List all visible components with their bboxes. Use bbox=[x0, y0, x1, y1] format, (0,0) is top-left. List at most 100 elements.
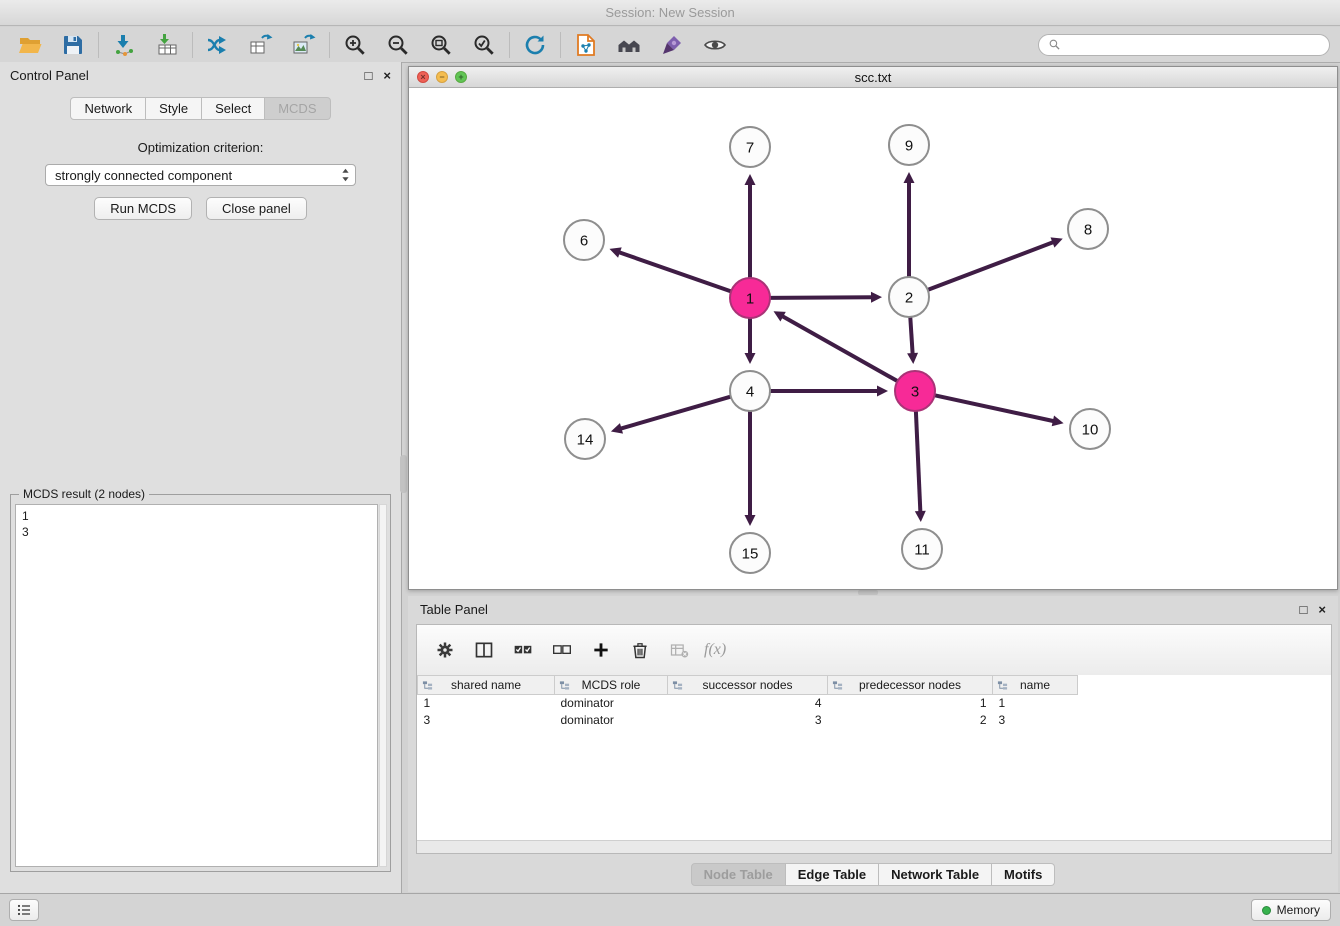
close-panel-icon[interactable]: × bbox=[1318, 603, 1326, 616]
graph-edge-arrowhead bbox=[745, 174, 756, 185]
cell-mcds-role[interactable]: dominator bbox=[555, 712, 668, 729]
cell-name[interactable]: 3 bbox=[993, 712, 1078, 729]
show-columns-icon[interactable] bbox=[470, 637, 497, 663]
mcds-result-list[interactable]: 1 3 bbox=[15, 504, 378, 867]
attribute-icon bbox=[832, 680, 843, 694]
deselect-all-icon[interactable] bbox=[548, 637, 575, 663]
refresh-view-icon[interactable] bbox=[520, 31, 550, 59]
tab-motifs[interactable]: Motifs bbox=[992, 863, 1055, 886]
graph-edge-arrowhead bbox=[871, 292, 882, 303]
optimization-select-value: strongly connected component bbox=[55, 168, 232, 183]
app-titlebar[interactable]: Session: New Session bbox=[0, 0, 1340, 26]
app-title: Session: New Session bbox=[605, 5, 734, 20]
graph-edge-arrowhead bbox=[907, 353, 918, 364]
mcds-result-line: 1 bbox=[22, 508, 371, 524]
column-header-shared-name[interactable]: shared name bbox=[418, 676, 555, 695]
graph-node-label: 7 bbox=[746, 140, 754, 157]
zoom-selected-icon[interactable] bbox=[469, 31, 499, 59]
zoom-in-icon[interactable] bbox=[340, 31, 370, 59]
optimization-select[interactable]: strongly connected component bbox=[45, 164, 356, 186]
tab-node-table[interactable]: Node Table bbox=[691, 863, 786, 886]
network-arrows-icon[interactable] bbox=[203, 31, 233, 59]
graph-edge-arrowhead bbox=[915, 511, 926, 522]
result-scrollbar[interactable] bbox=[379, 504, 387, 867]
table-settings-gear-icon[interactable] bbox=[431, 637, 458, 663]
graph-node-label: 3 bbox=[911, 384, 919, 401]
cell-shared-name[interactable]: 1 bbox=[418, 695, 555, 712]
close-panel-button[interactable]: Close panel bbox=[206, 197, 307, 220]
export-image-icon[interactable] bbox=[289, 31, 319, 59]
column-header-predecessor-nodes[interactable]: predecessor nodes bbox=[828, 676, 993, 695]
node-table: shared name MCDS role successor nodes bbox=[417, 675, 1078, 729]
graph-edge-1-6[interactable] bbox=[618, 252, 732, 292]
import-table-icon[interactable] bbox=[152, 31, 182, 59]
graph-node-label: 2 bbox=[905, 290, 913, 307]
graph-edge-3-1[interactable] bbox=[781, 316, 898, 382]
column-header-successor-nodes[interactable]: successor nodes bbox=[668, 676, 828, 695]
memory-status-dot bbox=[1262, 906, 1271, 915]
cell-successor-nodes[interactable]: 3 bbox=[668, 712, 828, 729]
cell-mcds-role[interactable]: dominator bbox=[555, 695, 668, 712]
float-panel-icon[interactable]: □ bbox=[1300, 603, 1308, 616]
graph-node-label: 11 bbox=[914, 542, 930, 559]
cell-predecessor-nodes[interactable]: 1 bbox=[828, 695, 993, 712]
style-paint-icon[interactable] bbox=[657, 31, 687, 59]
cell-successor-nodes[interactable]: 4 bbox=[668, 695, 828, 712]
horizontal-splitter-grip[interactable] bbox=[858, 590, 878, 595]
cell-name[interactable]: 1 bbox=[993, 695, 1078, 712]
export-table-icon[interactable] bbox=[246, 31, 276, 59]
table-panel-content: f(x) shared name MCDS role bbox=[416, 624, 1332, 854]
attribute-icon bbox=[672, 680, 683, 694]
tab-network[interactable]: Network bbox=[70, 97, 146, 120]
graph-node-label: 10 bbox=[1082, 422, 1099, 439]
close-panel-icon[interactable]: × bbox=[383, 69, 391, 82]
show-hide-eye-icon[interactable] bbox=[700, 31, 730, 59]
run-mcds-button[interactable]: Run MCDS bbox=[94, 197, 192, 220]
application-window: Session: New Session bbox=[0, 0, 1340, 926]
graph-edge-4-14[interactable] bbox=[620, 396, 732, 429]
column-header-name[interactable]: name bbox=[993, 676, 1078, 695]
cell-shared-name[interactable]: 3 bbox=[418, 712, 555, 729]
save-session-icon[interactable] bbox=[58, 31, 88, 59]
delete-column-trash-icon[interactable] bbox=[626, 637, 653, 663]
search-box[interactable] bbox=[1038, 34, 1330, 56]
graph-edge-2-3[interactable] bbox=[910, 316, 912, 355]
select-all-icon[interactable] bbox=[509, 637, 536, 663]
graph-edge-2-8[interactable] bbox=[927, 242, 1055, 290]
tab-style[interactable]: Style bbox=[146, 97, 202, 120]
table-horizontal-scrollbar[interactable] bbox=[417, 840, 1331, 853]
vertical-splitter-grip[interactable] bbox=[400, 455, 407, 493]
search-input[interactable] bbox=[1066, 37, 1320, 52]
open-document-icon[interactable] bbox=[571, 31, 601, 59]
graph-edge-arrowhead bbox=[1052, 416, 1064, 427]
graph-edge-1-2[interactable] bbox=[769, 297, 873, 298]
tab-edge-table[interactable]: Edge Table bbox=[786, 863, 879, 886]
graph-edge-arrowhead bbox=[904, 172, 915, 183]
float-panel-icon[interactable]: □ bbox=[365, 69, 373, 82]
zoom-out-icon[interactable] bbox=[383, 31, 413, 59]
add-column-icon[interactable] bbox=[587, 637, 614, 663]
first-neighbors-icon[interactable] bbox=[614, 31, 644, 59]
column-header-mcds-role[interactable]: MCDS role bbox=[555, 676, 668, 695]
graph-edge-arrowhead bbox=[609, 247, 621, 257]
table-row: 3 dominator 3 2 3 bbox=[418, 712, 1078, 729]
window-minimize-icon[interactable]: − bbox=[436, 71, 448, 83]
window-zoom-icon[interactable]: + bbox=[455, 71, 467, 83]
graph-edge-3-11[interactable] bbox=[916, 410, 921, 513]
open-file-icon[interactable] bbox=[15, 31, 45, 59]
window-close-icon[interactable]: × bbox=[417, 71, 429, 83]
network-window-titlebar[interactable]: × − + scc.txt bbox=[409, 67, 1337, 88]
tab-select[interactable]: Select bbox=[202, 97, 265, 120]
tab-mcds[interactable]: MCDS bbox=[265, 97, 330, 120]
zoom-fit-icon[interactable] bbox=[426, 31, 456, 59]
tab-network-table[interactable]: Network Table bbox=[879, 863, 992, 886]
memory-button[interactable]: Memory bbox=[1251, 899, 1331, 921]
task-history-button[interactable] bbox=[9, 899, 39, 921]
network-canvas[interactable]: 1234678910111415 bbox=[409, 89, 1337, 589]
optimization-criterion-label: Optimization criterion: bbox=[0, 140, 401, 155]
toolbar-separator bbox=[329, 32, 330, 58]
list-icon bbox=[16, 902, 32, 918]
cell-predecessor-nodes[interactable]: 2 bbox=[828, 712, 993, 729]
graph-edge-3-10[interactable] bbox=[934, 395, 1055, 421]
import-network-icon[interactable] bbox=[109, 31, 139, 59]
